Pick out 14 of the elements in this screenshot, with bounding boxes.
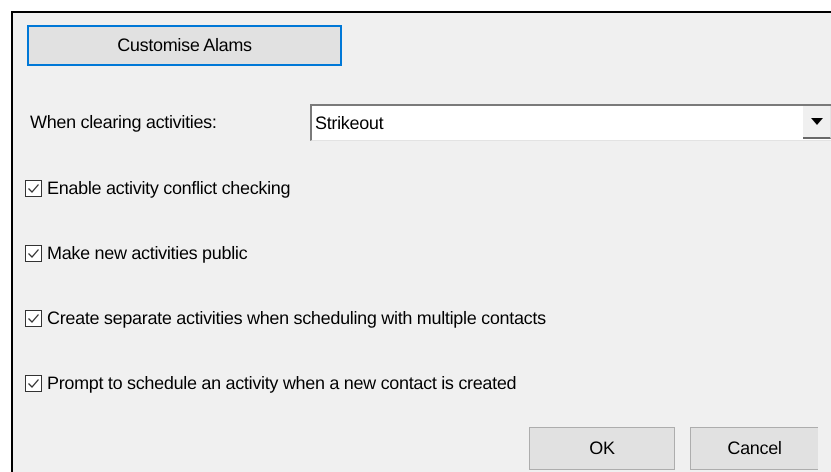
clearing-dropdown[interactable]: Strikeout [310, 104, 831, 141]
option-label: Prompt to schedule an activity when a new contact is created [47, 373, 516, 394]
clearing-label: When clearing activities: [29, 112, 218, 133]
option-label: Enable activity conflict checking [47, 178, 290, 199]
dropdown-arrow-icon [810, 118, 822, 125]
cancel-button[interactable]: Cancel [690, 427, 818, 470]
checkbox[interactable] [25, 180, 42, 197]
option-label: Create separate activities when scheduling with multiple contacts [47, 308, 546, 329]
option-label: Make new activities public [47, 243, 248, 264]
checkbox[interactable] [25, 310, 42, 327]
ok-button[interactable]: OK [529, 427, 675, 470]
customise-alarms-button[interactable]: Customise Alams [27, 25, 342, 66]
checkbox[interactable] [25, 245, 42, 262]
checkbox[interactable] [25, 375, 42, 392]
